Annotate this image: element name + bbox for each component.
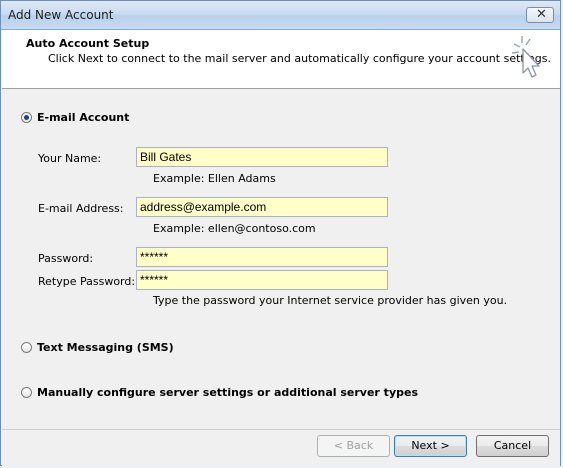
header-subtitle: Click Next to connect to the mail server… (48, 52, 551, 65)
text-messaging-radio[interactable] (21, 342, 32, 353)
retype-password-input[interactable]: ****** (136, 270, 388, 290)
text-messaging-option[interactable]: Text Messaging (SMS) (21, 341, 174, 354)
password-input[interactable]: ****** (136, 247, 388, 267)
wizard-header: Auto Account Setup Click Next to connect… (2, 30, 560, 89)
password-label: Password: (38, 252, 94, 265)
button-bar: < Back Next > Cancel (2, 429, 560, 466)
email-account-radio[interactable] (21, 112, 32, 123)
name-label: Your Name: (38, 152, 102, 165)
wizard-content: E-mail Account Your Name: Bill Gates Exa… (2, 89, 560, 429)
back-button[interactable]: < Back (317, 435, 390, 457)
cursor-sparkle-icon (511, 36, 540, 78)
manual-config-label: Manually configure server settings or ad… (37, 386, 418, 399)
text-messaging-label: Text Messaging (SMS) (37, 341, 174, 354)
email-input[interactable]: address@example.com (136, 197, 388, 217)
password-hint: Type the password your Internet service … (153, 294, 508, 307)
name-hint: Example: Ellen Adams (153, 172, 276, 185)
add-account-dialog: Add New Account ✕ Auto Account Setup Cli… (0, 0, 561, 466)
cancel-button[interactable]: Cancel (476, 435, 549, 457)
close-icon: ✕ (536, 7, 547, 22)
next-button[interactable]: Next > (394, 435, 467, 457)
header-title: Auto Account Setup (26, 37, 150, 50)
name-input[interactable]: Bill Gates (136, 147, 388, 167)
manual-config-radio[interactable] (21, 387, 32, 398)
manual-config-option[interactable]: Manually configure server settings or ad… (21, 386, 418, 399)
title-bar[interactable]: Add New Account ✕ (1, 1, 560, 30)
email-hint: Example: ellen@contoso.com (153, 222, 316, 235)
email-account-label: E-mail Account (37, 111, 130, 124)
window-title: Add New Account (8, 8, 114, 22)
email-account-option[interactable]: E-mail Account (21, 111, 129, 124)
retype-password-label: Retype Password: (38, 275, 136, 288)
email-label: E-mail Address: (38, 202, 124, 215)
close-button[interactable]: ✕ (526, 7, 554, 23)
